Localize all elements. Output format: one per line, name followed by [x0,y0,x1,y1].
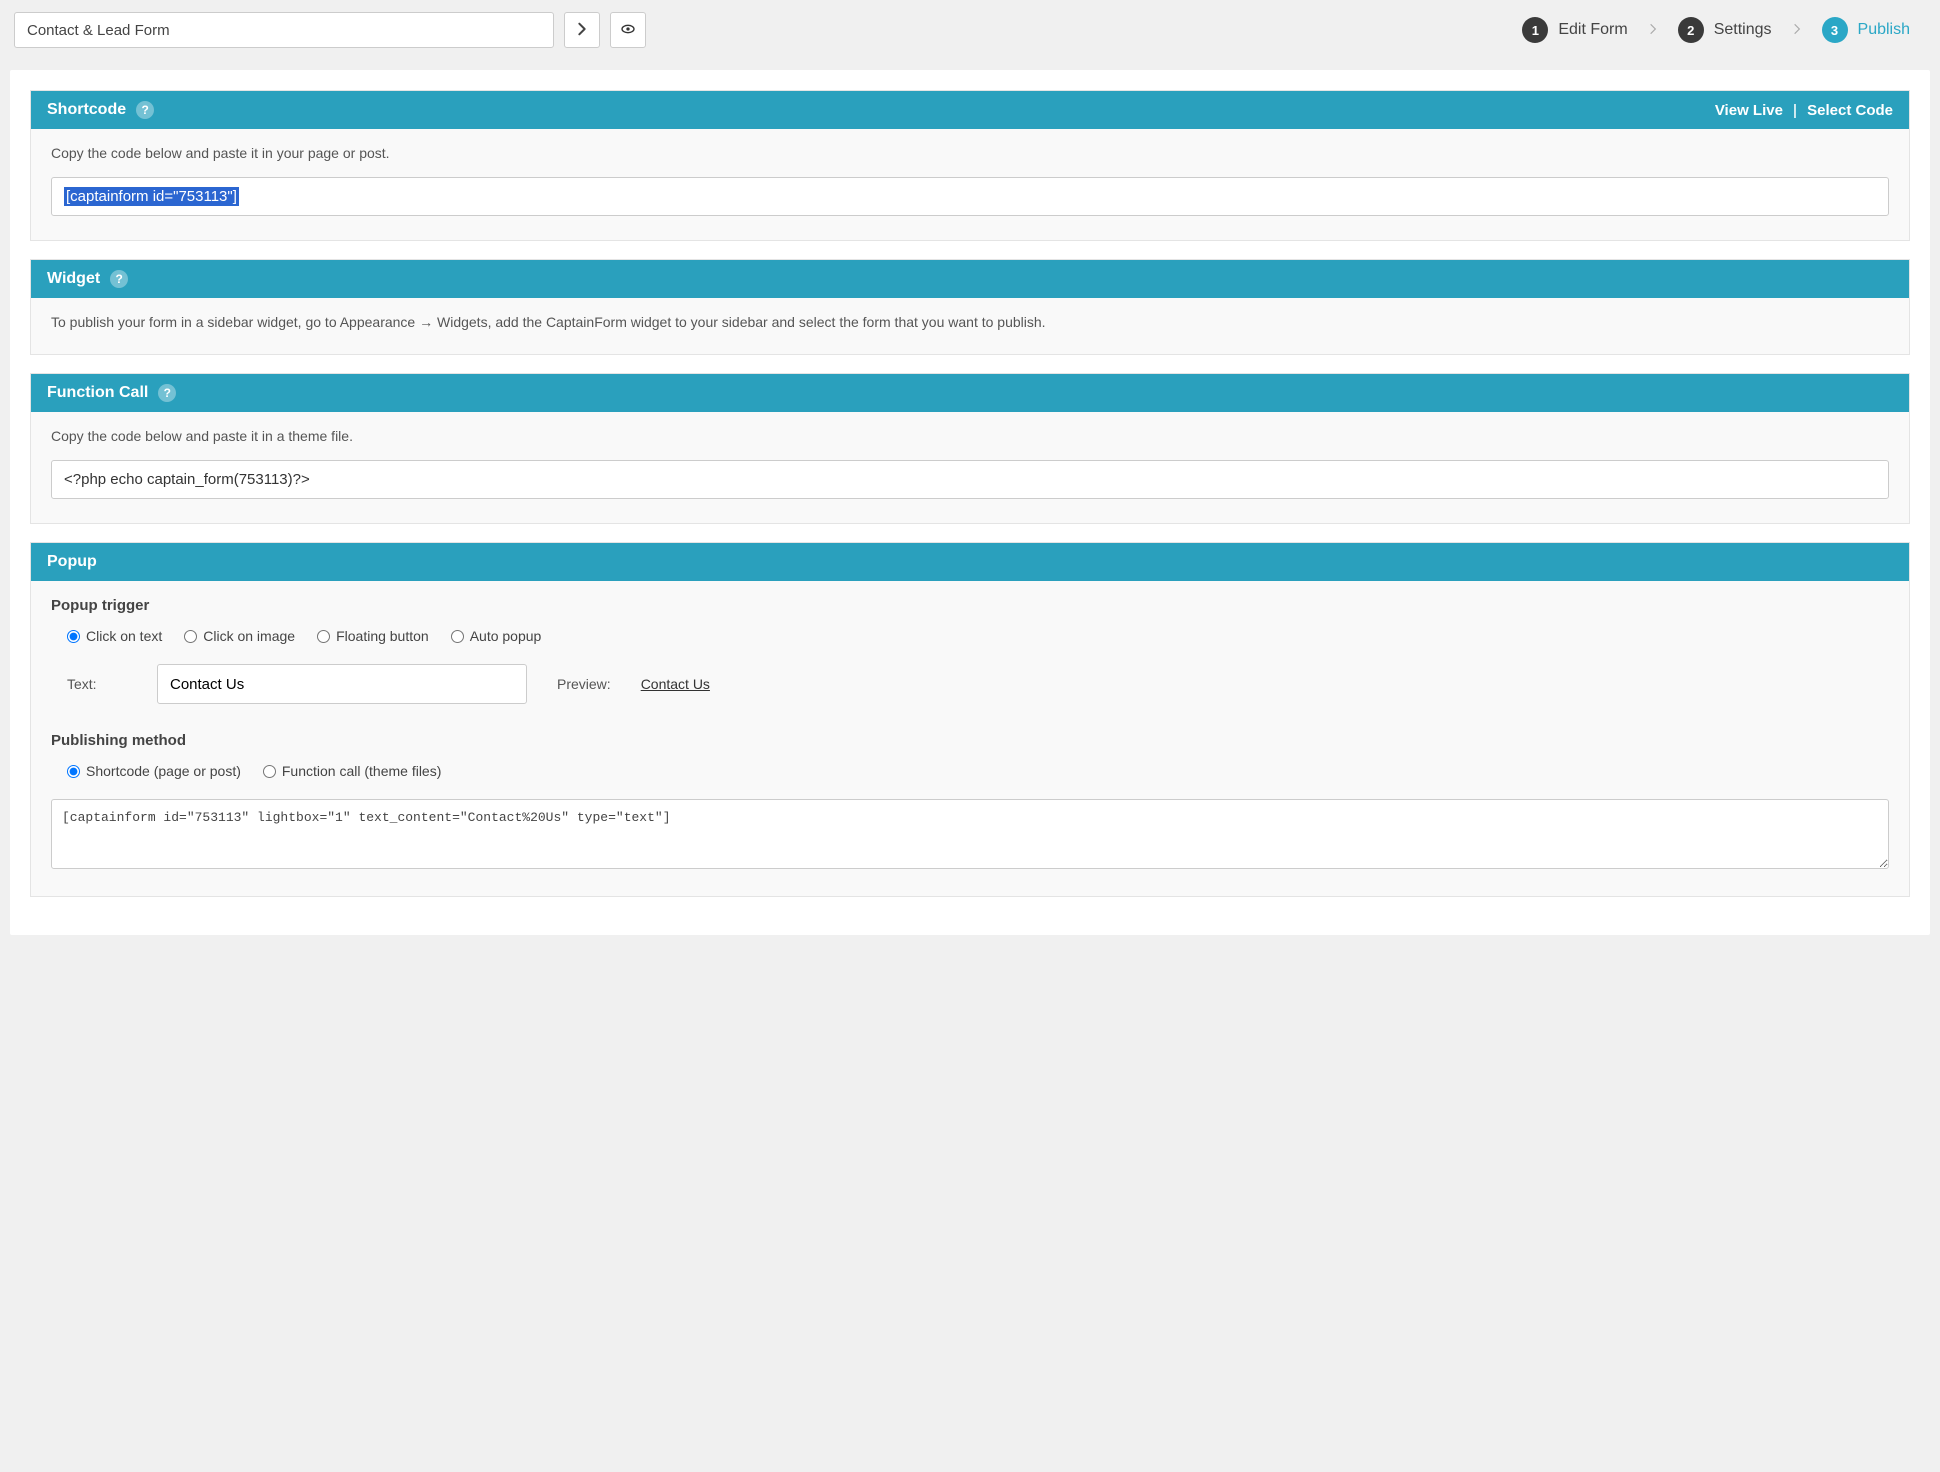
popup-trigger-label: Popup trigger [51,597,1889,614]
radio-label: Click on image [203,628,295,644]
trigger-radio-row: Click on text Click on image Floating bu… [67,628,1889,644]
publishing-method-label: Publishing method [51,732,1889,749]
chevron-right-icon [1646,22,1660,39]
radio-input[interactable] [184,630,197,643]
radio-input[interactable] [317,630,330,643]
panel-body: Copy the code below and paste it in a th… [31,412,1909,523]
function-code: <?php echo captain_form(753113)?> [64,471,310,488]
publishing-radio-row: Shortcode (page or post) Function call (… [67,763,1889,779]
popup-shortcode-output[interactable] [51,799,1889,869]
radio-label: Floating button [336,628,429,644]
function-call-panel: Function Call ? Copy the code below and … [30,373,1910,524]
popup-text-input[interactable] [157,664,527,704]
help-icon[interactable]: ? [110,270,128,288]
radio-label: Auto popup [470,628,542,644]
panel-actions: View Live | Select Code [1715,102,1893,119]
radio-label: Function call (theme files) [282,763,442,779]
shortcode-instruction: Copy the code below and paste it in your… [51,145,1889,161]
function-code-input[interactable]: <?php echo captain_form(753113)?> [51,460,1889,499]
publishing-shortcode-radio[interactable]: Shortcode (page or post) [67,763,241,779]
step-label: Edit Form [1558,21,1627,39]
radio-input[interactable] [67,765,80,778]
panel-title: Function Call [47,384,148,402]
panel-title: Popup [47,553,97,571]
separator: | [1793,102,1797,119]
popup-text-row: Text: Preview: Contact Us [67,664,1889,704]
shortcode-panel: Shortcode ? View Live | Select Code Copy… [30,90,1910,241]
widget-panel: Widget ? To publish your form in a sideb… [30,259,1910,355]
radio-label: Click on text [86,628,162,644]
function-call-instruction: Copy the code below and paste it in a th… [51,428,1889,444]
go-button[interactable] [564,12,600,48]
step-label: Settings [1714,21,1772,39]
help-icon[interactable]: ? [158,384,176,402]
top-bar: 1 Edit Form 2 Settings 3 Publish [0,0,1940,60]
panel-title: Shortcode [47,101,126,119]
step-publish[interactable]: 3 Publish [1822,17,1910,43]
popup-panel: Popup Popup trigger Click on text Click … [30,542,1910,897]
panel-body: To publish your form in a sidebar widget… [31,298,1909,354]
step-label: Publish [1858,21,1910,39]
radio-input[interactable] [67,630,80,643]
step-edit-form[interactable]: 1 Edit Form [1522,17,1627,43]
chevron-right-icon [574,21,590,40]
step-number: 3 [1822,17,1848,43]
eye-icon [620,21,636,40]
step-number: 1 [1522,17,1548,43]
steps-nav: 1 Edit Form 2 Settings 3 Publish [1522,17,1926,43]
main-card: Shortcode ? View Live | Select Code Copy… [10,70,1930,935]
radio-input[interactable] [451,630,464,643]
help-icon[interactable]: ? [136,101,154,119]
preview-label: Preview: [557,676,611,692]
panel-body: Copy the code below and paste it in your… [31,129,1909,240]
view-live-link[interactable]: View Live [1715,102,1783,119]
trigger-image-radio[interactable]: Click on image [184,628,295,644]
select-code-link[interactable]: Select Code [1807,102,1893,119]
trigger-floating-radio[interactable]: Floating button [317,628,429,644]
publishing-function-radio[interactable]: Function call (theme files) [263,763,442,779]
trigger-text-radio[interactable]: Click on text [67,628,162,644]
chevron-right-icon [1790,22,1804,39]
panel-header: Shortcode ? View Live | Select Code [31,91,1909,129]
shortcode-code: [captainform id="753113"] [64,187,239,206]
step-number: 2 [1678,17,1704,43]
panel-header: Popup [31,543,1909,581]
radio-label: Shortcode (page or post) [86,763,241,779]
trigger-auto-radio[interactable]: Auto popup [451,628,542,644]
preview-link[interactable]: Contact Us [641,676,710,692]
widget-text: To publish your form in a sidebar widget… [51,314,1889,330]
panel-title: Widget [47,270,100,288]
form-name-input[interactable] [14,12,554,48]
preview-button[interactable] [610,12,646,48]
shortcode-code-input[interactable]: [captainform id="753113"] [51,177,1889,216]
step-settings[interactable]: 2 Settings [1678,17,1772,43]
text-label: Text: [67,676,127,692]
panel-header: Function Call ? [31,374,1909,412]
panel-header: Widget ? [31,260,1909,298]
panel-body: Popup trigger Click on text Click on ima… [31,581,1909,896]
radio-input[interactable] [263,765,276,778]
